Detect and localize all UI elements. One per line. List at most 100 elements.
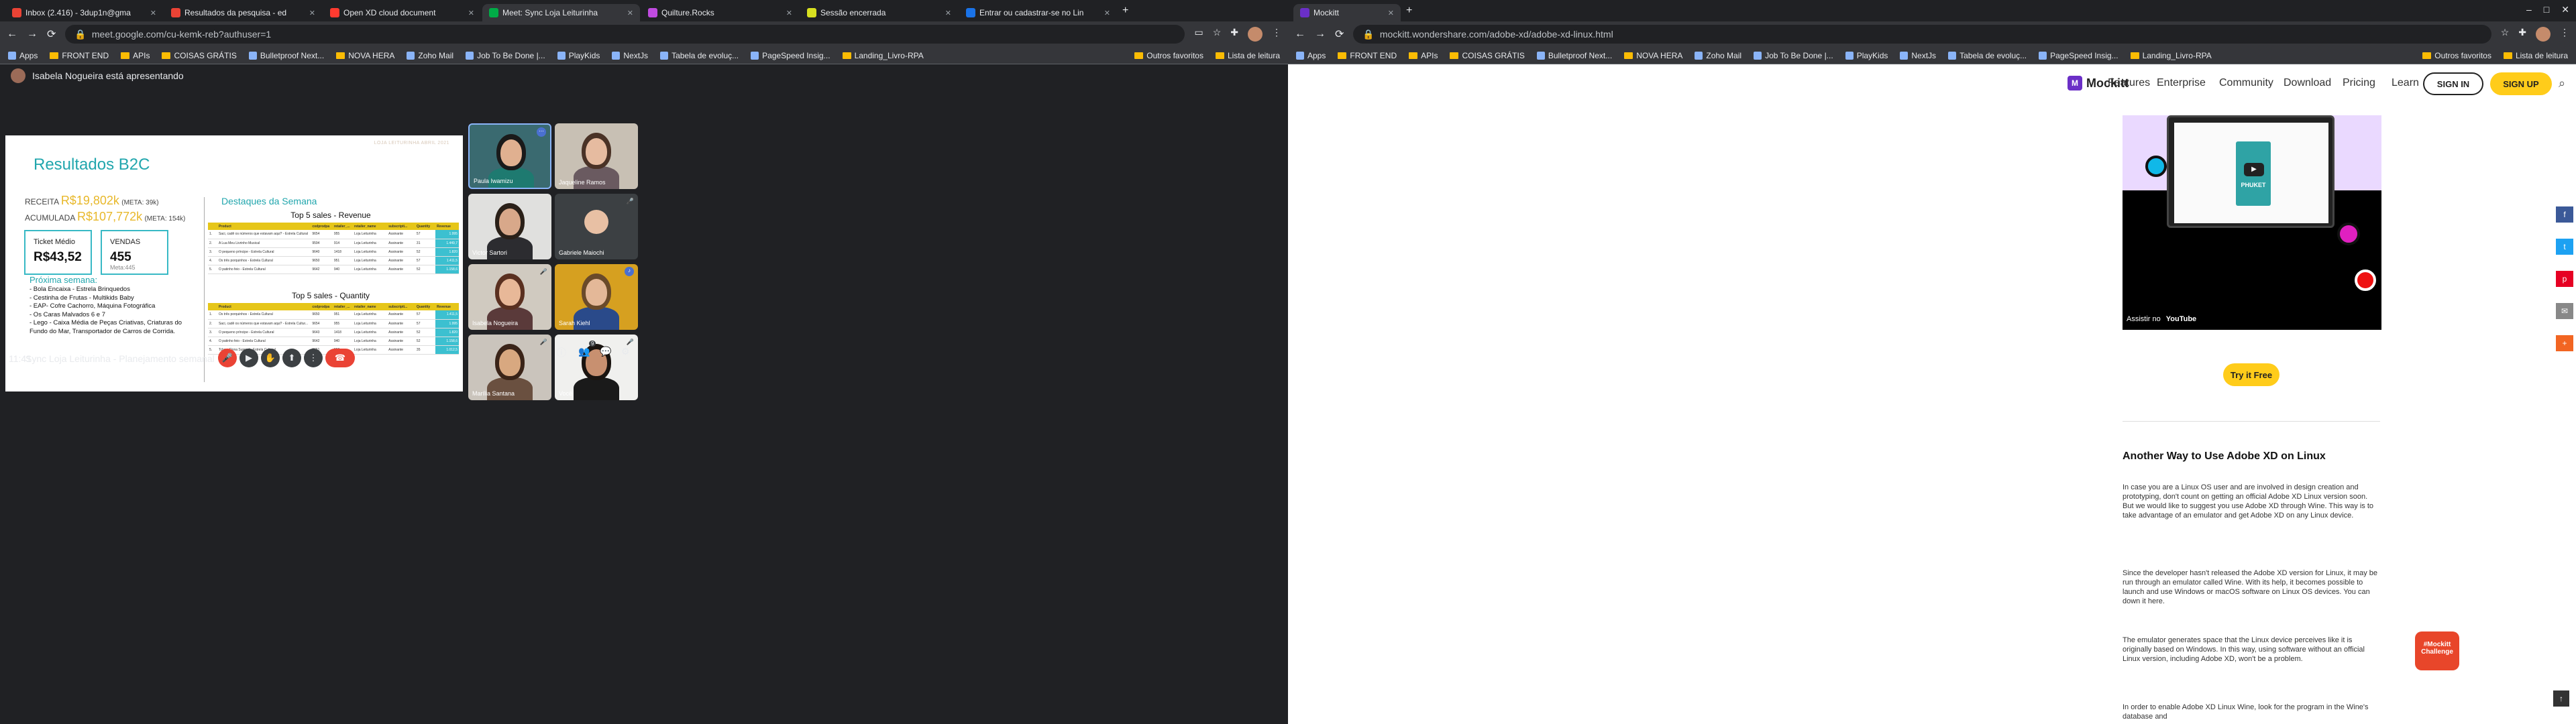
close-icon[interactable]: ✕	[468, 9, 474, 17]
video-embed[interactable]: PHUKET ▶ Assistir no YouTube	[2123, 115, 2381, 330]
right-browser-window: Mockitt ✕ + – □ ✕ ← → ⟳ 🔒 mockitt.wonder…	[1288, 0, 2576, 724]
more-options-button[interactable]: ⋮	[304, 349, 323, 367]
address-bar[interactable]: 🔒 meet.google.com/cu-kemk-reb?authuser=1	[65, 25, 1185, 44]
participant-face	[499, 279, 521, 306]
info-icon[interactable]: ⓘ	[557, 346, 566, 359]
bookmark-item[interactable]: COISAS GRÁTIS	[162, 51, 237, 60]
table-cell: 3.	[208, 247, 217, 257]
profile-avatar[interactable]	[1248, 27, 1263, 42]
participant-tile[interactable]: Victor Sartori	[468, 194, 551, 259]
column-header: codprodpa	[311, 223, 333, 230]
puzzle-icon[interactable]: ✚	[1230, 27, 1238, 42]
table-row: 5. O patinho feio - Estrela Cultural 9642 9…	[208, 265, 459, 274]
more-share-icon[interactable]: +	[2556, 335, 2573, 351]
vendas-box: VENDAS 455 Meta:445	[101, 230, 168, 275]
camera-icon[interactable]: ▭	[1194, 27, 1203, 42]
table-cell: 52	[415, 337, 436, 346]
nav-download[interactable]: Download	[2284, 77, 2331, 89]
close-icon[interactable]: ✕	[150, 9, 156, 17]
participant-tile[interactable]: Você 🎤	[555, 335, 638, 400]
new-tab-icon[interactable]: +	[1122, 5, 1128, 17]
bookmark-item[interactable]: Bulletproof Next...	[248, 51, 324, 60]
mockitt-challenge-badge[interactable]: #Mockitt Challenge	[2415, 631, 2459, 670]
forward-icon[interactable]: →	[27, 28, 38, 40]
bookmark-item[interactable]: Lista de leitura	[1215, 51, 1280, 60]
participant-tile[interactable]: Jaqueline Ramos	[555, 123, 638, 189]
nav-pricing[interactable]: Pricing	[2343, 77, 2375, 89]
present-button[interactable]: ⬆	[282, 349, 301, 367]
bookmark-item[interactable]: Zoho Mail	[407, 51, 453, 60]
nav-features[interactable]: Features	[2108, 77, 2150, 89]
camera-button[interactable]: ▶	[239, 349, 258, 367]
tab-item[interactable]: Entrar ou cadastrar-se no Lin ✕	[959, 4, 1117, 21]
bookmark-item[interactable]: PageSpeed Insig...	[751, 51, 830, 60]
bookmark-item[interactable]: NOVA HERA	[336, 51, 394, 60]
twitter-share-icon[interactable]: t	[2556, 239, 2573, 255]
tab-item[interactable]: Open XD cloud document ✕	[323, 4, 481, 21]
mic-off-button[interactable]: 🎤	[218, 349, 237, 367]
column-header	[208, 303, 217, 310]
signin-button[interactable]: SIGN IN	[2423, 72, 2483, 95]
close-icon[interactable]: ✕	[309, 9, 315, 17]
participant-tile[interactable]: Paula Iwamizu ⋯	[468, 123, 551, 189]
nav-enterprise[interactable]: Enterprise	[2157, 77, 2206, 89]
table-cell: Assinante	[387, 230, 415, 239]
participant-name: Gabriele Maiochi	[559, 249, 604, 256]
lock-icon: 🔒	[74, 28, 87, 40]
participant-tile[interactable]: Gabriele Maiochi 🎤	[555, 194, 638, 259]
search-icon[interactable]: ⌕	[2559, 76, 2565, 90]
back-icon[interactable]: ←	[7, 28, 17, 40]
participant-name: Isabela Nogueira	[472, 320, 519, 326]
people-icon[interactable]: 👥	[578, 346, 590, 357]
close-icon[interactable]: ✕	[786, 9, 792, 17]
close-icon[interactable]: ✕	[627, 9, 633, 17]
bookmark-item[interactable]: APIs	[121, 51, 150, 60]
table-cell: 9642	[311, 337, 333, 346]
bookmark-item[interactable]: PlayKids	[557, 51, 600, 60]
chat-icon[interactable]: 💬	[600, 346, 611, 357]
back-to-top-icon[interactable]: ↑	[2553, 690, 2569, 707]
leave-call-button[interactable]: ☎	[325, 349, 355, 367]
table-cell: 1418	[332, 328, 354, 337]
bookmark-item[interactable]: Outros favoritos	[1134, 51, 1203, 60]
bookmark-item[interactable]: Tabela de evoluç...	[660, 51, 739, 60]
close-icon[interactable]: ✕	[945, 9, 951, 17]
tab-item[interactable]: Resultados da pesquisa - ed ✕	[164, 4, 322, 21]
table-cell: 52	[415, 247, 436, 257]
close-icon[interactable]: ✕	[1104, 9, 1110, 17]
bookmark-label: APIs	[133, 50, 150, 60]
table-cell: Loja Leiturinha	[353, 345, 388, 355]
participant-tile[interactable]: Sarah Kiehl ♪	[555, 264, 638, 330]
bookmark-item[interactable]: Job To Be Done |...	[466, 51, 545, 60]
table-cell: Loja Leiturinha	[353, 256, 388, 265]
more-options-icon[interactable]: ⋯	[537, 127, 546, 137]
table-cell: Saci, cadê os números que estavam aqui? …	[217, 230, 311, 239]
bookmark-item[interactable]: NextJs	[612, 51, 648, 60]
bookmark-item[interactable]: FRONT END	[50, 51, 109, 60]
table-cell: 1.411,5	[435, 310, 459, 320]
reload-icon[interactable]: ⟳	[47, 27, 56, 41]
activities-icon[interactable]: ⚙	[621, 346, 630, 357]
star-icon[interactable]: ☆	[1213, 27, 1222, 42]
tab-item[interactable]: Sessão encerrada ✕	[800, 4, 958, 21]
bookmark-item[interactable]: Landing_Livro-RPA	[842, 51, 924, 60]
pinterest-share-icon[interactable]: p	[2556, 271, 2573, 287]
participant-tile[interactable]: Isabela Nogueira 🎤	[468, 264, 551, 330]
facebook-share-icon[interactable]: f	[2556, 206, 2573, 223]
raise-hand-button[interactable]: ✋	[261, 349, 280, 367]
tab-item[interactable]: Meet: Sync Loja Leiturinha ✕	[482, 4, 640, 21]
participant-tile[interactable]: Marília Santana 🎤	[468, 335, 551, 400]
tab-item[interactable]: Inbox (2.416) - 3dup1n@gma ✕	[5, 4, 163, 21]
nav-learn[interactable]: Learn	[2392, 77, 2419, 89]
try-free-button[interactable]: Try it Free	[2223, 363, 2279, 386]
play-button[interactable]: ▶	[2244, 163, 2264, 176]
nav-community[interactable]: Community	[2219, 77, 2273, 89]
video-dot-pink	[2337, 223, 2360, 245]
email-share-icon[interactable]: ✉	[2556, 303, 2573, 319]
signup-button[interactable]: SIGN UP	[2490, 72, 2552, 95]
column-header: Revenue	[435, 303, 459, 310]
tab-item[interactable]: Quilture.Rocks ✕	[641, 4, 799, 21]
video-watch-bar[interactable]: Assistir no YouTube	[2127, 315, 2196, 323]
bookmark-item[interactable]: Apps	[8, 51, 38, 60]
menu-icon[interactable]: ⋮	[1272, 27, 1281, 42]
